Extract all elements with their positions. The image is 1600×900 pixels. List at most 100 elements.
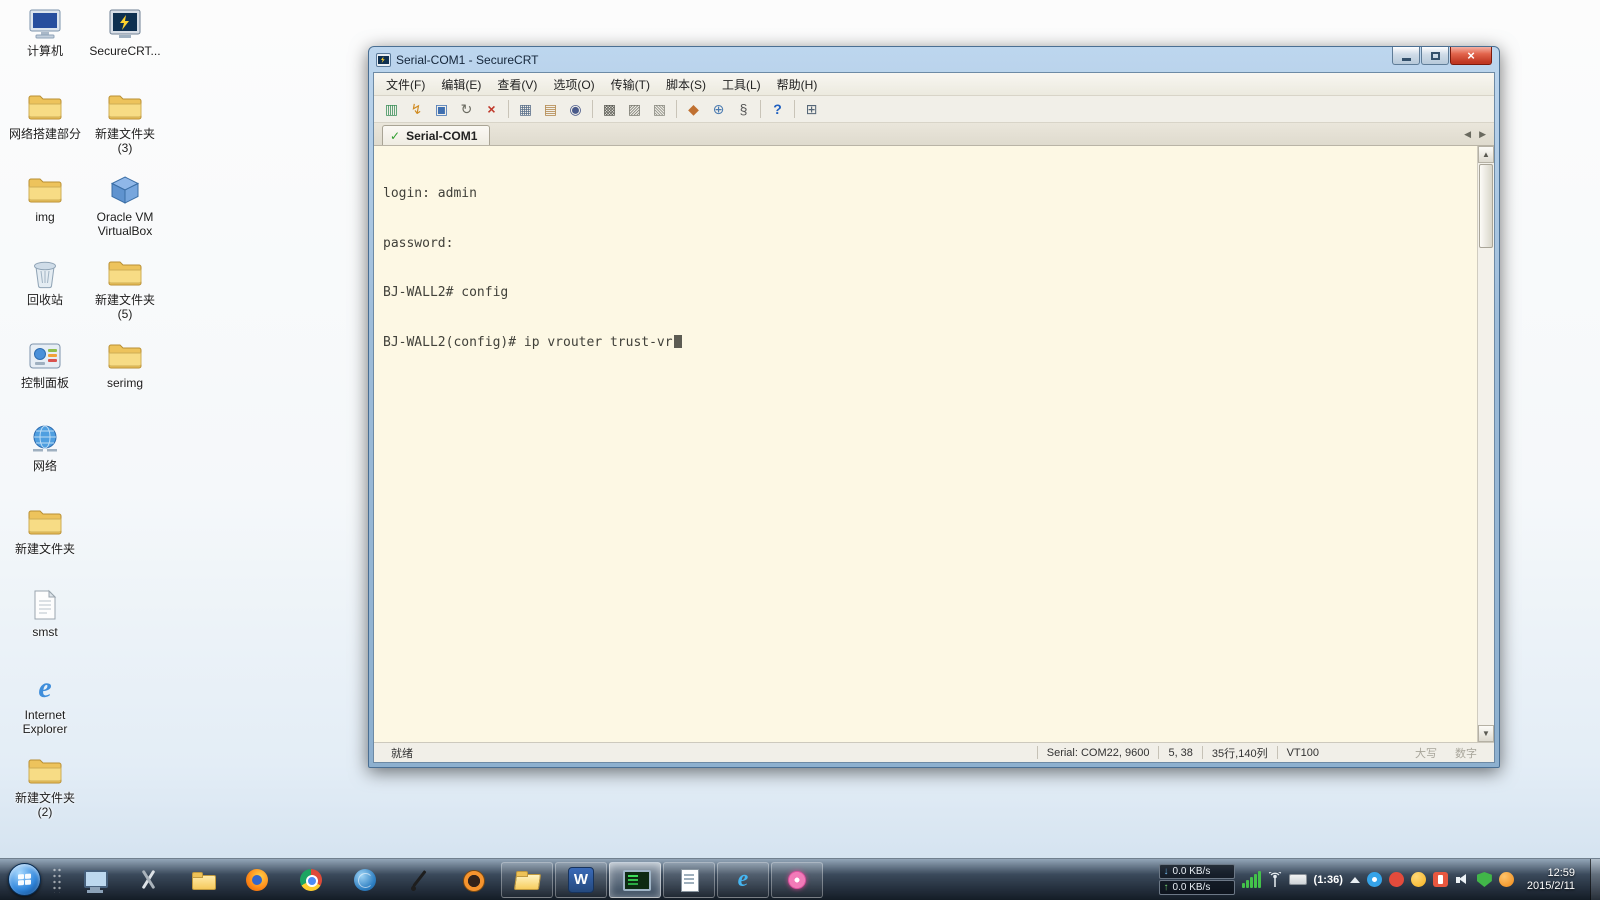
start-button[interactable] bbox=[8, 863, 41, 896]
window-icon bbox=[376, 52, 391, 67]
global-options-icon: ⊕ bbox=[712, 101, 725, 117]
securecrt-window: Serial-COM1 - SecureCRT × 文件(F) 编辑(E) 查看… bbox=[368, 46, 1500, 768]
taskbar-app-browser[interactable] bbox=[339, 862, 391, 898]
volume-icon[interactable] bbox=[1455, 872, 1470, 887]
messenger-icon[interactable] bbox=[1366, 872, 1382, 887]
desktop-icon-label: 网络搭建部分 bbox=[8, 127, 81, 141]
taskbar-app-pen-tool[interactable] bbox=[393, 862, 445, 898]
desktop-icon-new-folder[interactable]: 新建文件夹 bbox=[6, 504, 84, 587]
copy-button[interactable]: ▦ bbox=[514, 98, 537, 120]
menu-options[interactable]: 选项(O) bbox=[545, 73, 602, 96]
antivirus-shield-icon[interactable] bbox=[1476, 872, 1492, 887]
desktop-icon-virtualbox[interactable]: Oracle VM VirtualBox bbox=[86, 172, 164, 255]
desktop-icon-new-folder-5[interactable]: 新建文件夹 (5) bbox=[86, 255, 164, 338]
menu-view[interactable]: 查看(V) bbox=[489, 73, 545, 96]
taskbar-app-media-player[interactable] bbox=[447, 862, 499, 898]
tab-serial-com1[interactable]: ✓ Serial-COM1 bbox=[382, 125, 491, 145]
folder-icon bbox=[27, 172, 63, 208]
tab-scroll-left-icon[interactable]: ◀ bbox=[1464, 129, 1471, 140]
desktop-icon-smst[interactable]: smst bbox=[6, 587, 84, 670]
tab-scroll-right-icon[interactable]: ▶ bbox=[1479, 129, 1486, 140]
menu-edit[interactable]: 编辑(E) bbox=[433, 73, 489, 96]
tab-bar: ✓ Serial-COM1 ◀ ▶ bbox=[374, 123, 1494, 146]
connect-icon: ▥ bbox=[384, 101, 399, 117]
connect-in-tab-button[interactable]: ▣ bbox=[430, 98, 453, 120]
taskbar-app-word[interactable]: W bbox=[555, 861, 607, 898]
keyboard-icon[interactable] bbox=[1288, 874, 1307, 885]
quick-connect-button[interactable]: ↯ bbox=[405, 98, 428, 120]
connect-button[interactable]: ▥ bbox=[380, 98, 403, 120]
menu-script[interactable]: 脚本(S) bbox=[658, 73, 714, 96]
scroll-up-icon[interactable]: ▲ bbox=[1478, 146, 1494, 163]
taskbar-app-paint-flower[interactable] bbox=[771, 861, 823, 898]
window-titlebar[interactable]: Serial-COM1 - SecureCRT × bbox=[373, 47, 1495, 72]
tray-expand-chevron-icon[interactable] bbox=[1349, 876, 1360, 883]
reconnect-button[interactable]: ↻ bbox=[455, 98, 478, 120]
menu-help[interactable]: 帮助(H) bbox=[769, 73, 826, 96]
toolbar-separator bbox=[760, 100, 761, 118]
help-button[interactable]: ? bbox=[766, 98, 789, 120]
toolbar-separator bbox=[676, 100, 677, 118]
desktop-icon-new-folder-3[interactable]: 新建文件夹 (3) bbox=[86, 89, 164, 172]
session-manager-button[interactable]: ⊞ bbox=[800, 98, 823, 120]
taskbar-app-remote-desktop[interactable] bbox=[69, 862, 121, 898]
close-button[interactable]: × bbox=[1450, 47, 1492, 65]
download-speed: ↓ 0.0 KB/s bbox=[1158, 864, 1235, 879]
scrollbar-thumb[interactable] bbox=[1479, 164, 1493, 248]
desktop-icon-control-panel[interactable]: 控制面板 bbox=[6, 338, 84, 421]
menu-file[interactable]: 文件(F) bbox=[378, 73, 433, 96]
desktop-icon-img-folder[interactable]: img bbox=[6, 172, 84, 255]
desktop-icon-securecrt[interactable]: SecureCRT... bbox=[86, 6, 164, 89]
taskbar-clock[interactable]: 12:59 2015/2/11 bbox=[1521, 867, 1581, 893]
signal-bar bbox=[1245, 880, 1249, 888]
taskbar-app-windows-explorer[interactable] bbox=[501, 861, 553, 898]
session-options-icon: ◆ bbox=[688, 101, 699, 117]
net-speed-widget[interactable]: ↓ 0.0 KB/s ↑ 0.0 KB/s bbox=[1158, 864, 1235, 895]
session-options-button[interactable]: ◆ bbox=[682, 98, 705, 120]
menu-tools[interactable]: 工具(L) bbox=[714, 73, 769, 96]
minimize-button[interactable] bbox=[1392, 47, 1420, 65]
desktop-icon-internet-explorer[interactable]: e Internet Explorer bbox=[6, 670, 84, 753]
desktop-icon-recycle-bin[interactable]: 回收站 bbox=[6, 255, 84, 338]
folder-icon bbox=[107, 89, 143, 125]
word-icon: W bbox=[568, 866, 594, 893]
taskbar-app-documents-folder[interactable] bbox=[177, 862, 229, 898]
folder-icon bbox=[107, 338, 143, 374]
flower-icon bbox=[784, 867, 810, 893]
desktop-icon-new-folder-2[interactable]: 新建文件夹 (2) bbox=[6, 753, 84, 836]
desktop-icon-label: 新建文件夹 bbox=[14, 542, 75, 556]
menu-transfer[interactable]: 传输(T) bbox=[603, 73, 658, 96]
phone-manager-icon[interactable] bbox=[1432, 872, 1448, 887]
sogou-input-icon[interactable] bbox=[1410, 872, 1426, 887]
taskbar-app-internet-explorer[interactable]: e bbox=[717, 861, 769, 898]
desktop-icon-serimg-folder[interactable]: serimg bbox=[86, 338, 164, 421]
taskbar-app-chrome[interactable] bbox=[285, 862, 337, 898]
show-desktop-button[interactable] bbox=[1590, 858, 1600, 900]
signal-bars-icon[interactable] bbox=[1241, 871, 1261, 888]
taskbar-app-notepad[interactable] bbox=[663, 861, 715, 898]
maximize-button[interactable] bbox=[1421, 47, 1449, 65]
disconnect-button[interactable]: × bbox=[480, 98, 503, 120]
taskbar-app-snipping-tool[interactable] bbox=[123, 862, 175, 898]
scroll-down-icon[interactable]: ▼ bbox=[1478, 725, 1494, 742]
find-button[interactable]: ◉ bbox=[564, 98, 587, 120]
desktop-icon-network[interactable]: 网络 bbox=[6, 421, 84, 504]
global-options-button[interactable]: ⊕ bbox=[707, 98, 730, 120]
taskbar-app-securecrt[interactable] bbox=[609, 861, 661, 898]
desktop-icon-label: serimg bbox=[106, 376, 143, 390]
antenna-icon[interactable] bbox=[1268, 871, 1282, 888]
paste-button[interactable]: ▤ bbox=[539, 98, 562, 120]
print-button[interactable]: ▩ bbox=[598, 98, 621, 120]
vertical-scrollbar[interactable]: ▲ ▼ bbox=[1477, 146, 1494, 742]
status-ready: 就绪 bbox=[391, 747, 413, 760]
run-script-button[interactable]: § bbox=[732, 98, 755, 120]
auto-print-button[interactable]: ▨ bbox=[623, 98, 646, 120]
terminal-screen[interactable]: login: admin password: BJ-WALL2# config … bbox=[374, 146, 1477, 742]
safety-ball-icon[interactable] bbox=[1498, 872, 1514, 887]
desktop-icon-computer[interactable]: 计算机 bbox=[6, 6, 84, 89]
desktop-icon-network-build-folder[interactable]: 网络搭建部分 bbox=[6, 89, 84, 172]
status-emulation: VT100 bbox=[1286, 746, 1319, 759]
security-alert-icon[interactable] bbox=[1388, 872, 1404, 887]
taskbar-app-firefox[interactable] bbox=[231, 862, 283, 898]
print-setup-button[interactable]: ▧ bbox=[648, 98, 671, 120]
